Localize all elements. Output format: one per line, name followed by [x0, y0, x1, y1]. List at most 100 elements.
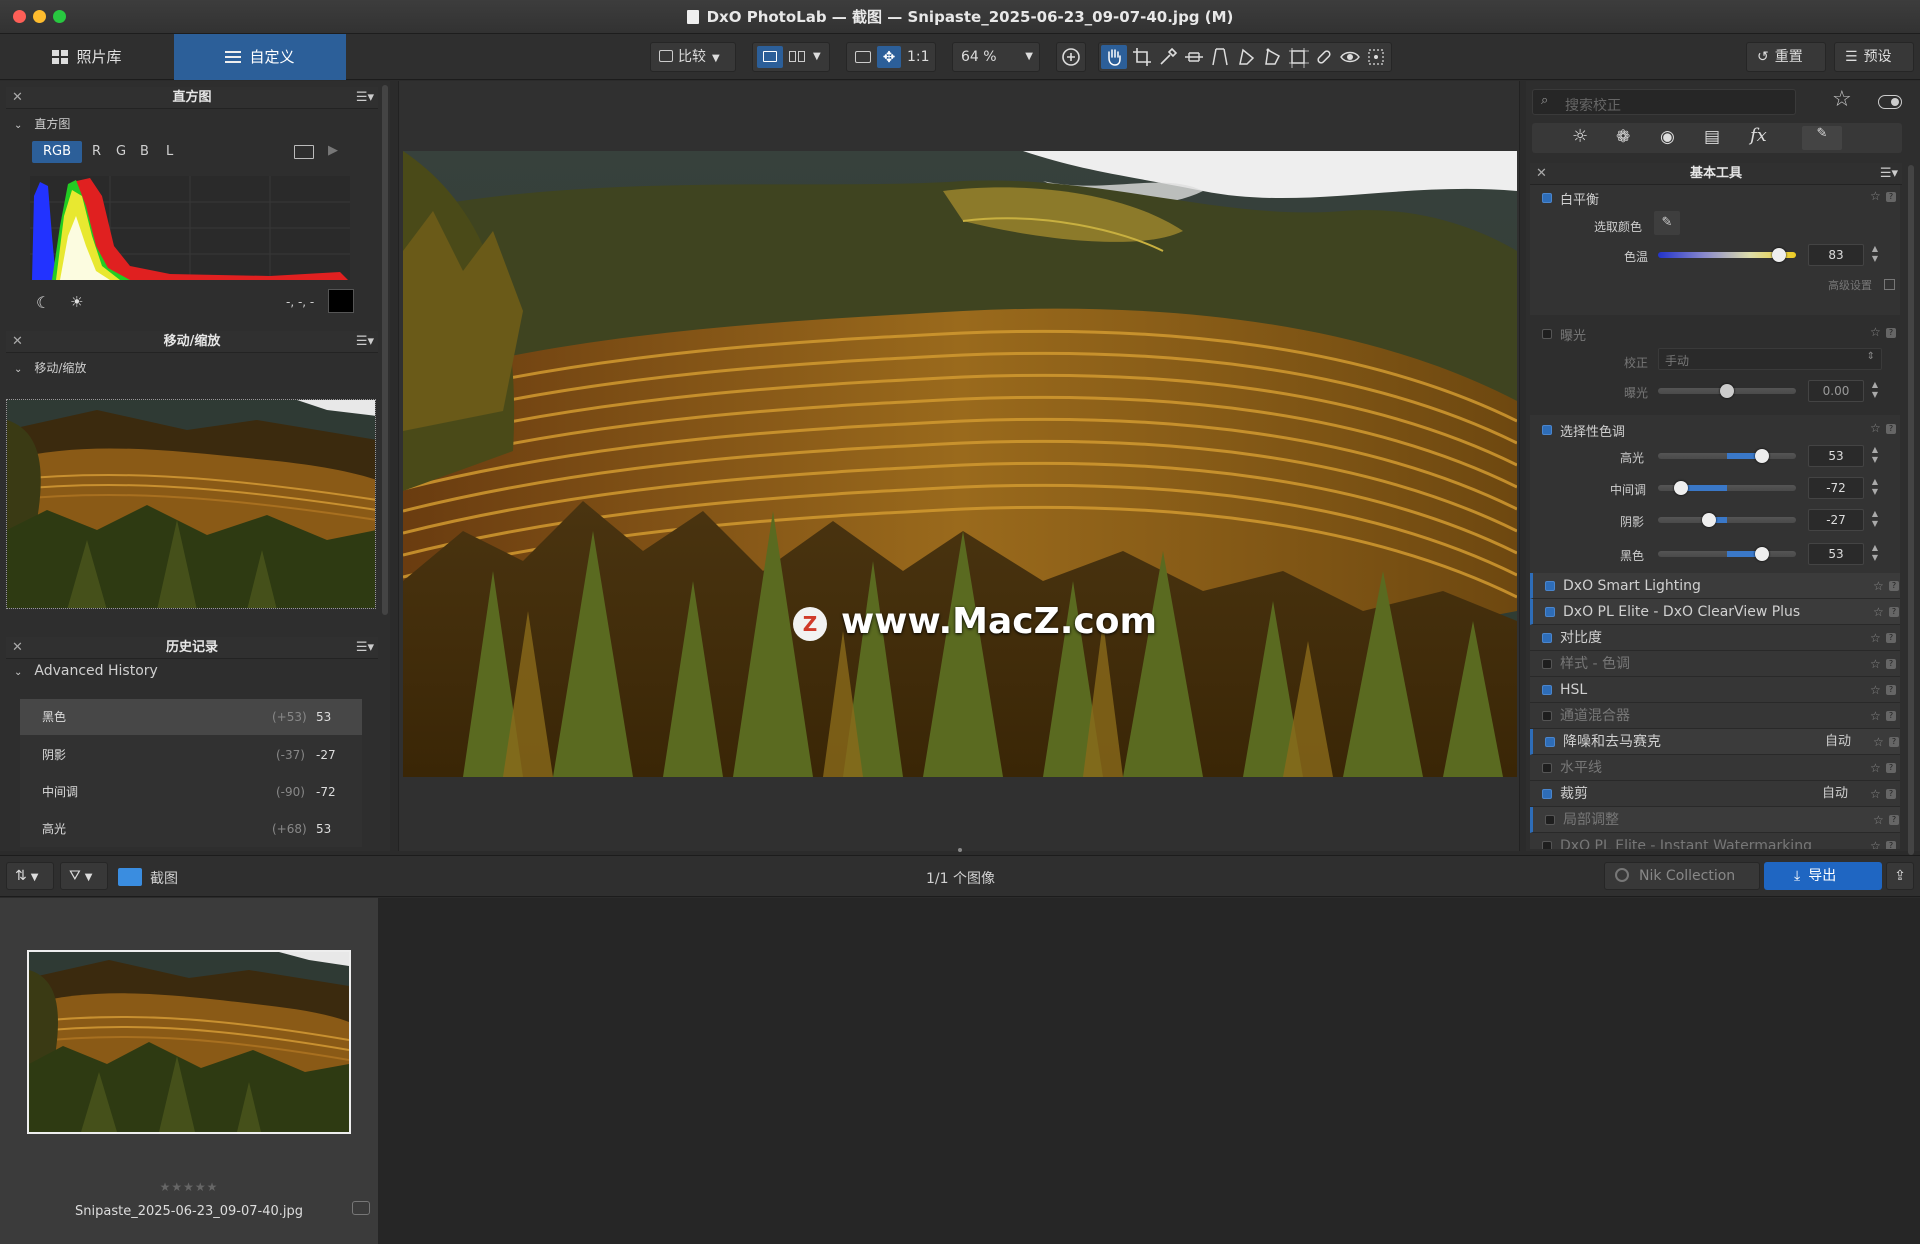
star-icon[interactable]: ☆: [1832, 87, 1852, 112]
channel-r[interactable]: R: [92, 141, 101, 163]
navigator-section[interactable]: ⌄ 移动/缩放: [14, 359, 86, 376]
moon-icon[interactable]: ☾: [36, 293, 50, 312]
thumbnail-cell[interactable]: ★★★★★ Snipaste_2025-06-23_09-07-40.jpg: [0, 898, 378, 1244]
close-icon[interactable]: ✕: [12, 87, 23, 109]
softproof-icon[interactable]: ▶: [328, 143, 338, 158]
local-tab-icon[interactable]: ✎: [1802, 126, 1842, 150]
favorite-star-icon[interactable]: ☆: [1870, 189, 1881, 203]
tool-checkbox[interactable]: [1542, 685, 1552, 695]
tool-checkbox[interactable]: [1545, 737, 1555, 747]
exposure-value[interactable]: 0.00: [1808, 380, 1864, 402]
crop-icon[interactable]: [1131, 46, 1153, 68]
detail-tab-icon[interactable]: ◉: [1660, 127, 1675, 147]
favorite-star-icon[interactable]: ☆: [1870, 625, 1881, 651]
highlights-stepper[interactable]: ▲ ▼: [1870, 445, 1880, 467]
panel-menu-icon[interactable]: ☰▾: [356, 637, 374, 659]
favorite-star-icon[interactable]: ☆: [1873, 807, 1884, 833]
export-button[interactable]: ⤓ 导出: [1764, 862, 1882, 890]
thumbnail-image[interactable]: [27, 950, 351, 1134]
tool-checkbox[interactable]: [1542, 789, 1552, 799]
tool-row[interactable]: 降噪和去马赛克 自动 ☆?: [1530, 729, 1900, 755]
favorite-star-icon[interactable]: ☆: [1870, 755, 1881, 781]
volume-icon[interactable]: [1261, 46, 1283, 68]
single-view-button[interactable]: [757, 46, 783, 68]
tool-row[interactable]: DxO PL Elite - DxO ClearView Plus ☆?: [1530, 599, 1900, 625]
channel-g[interactable]: G: [116, 141, 126, 163]
temperature-slider-knob[interactable]: [1772, 248, 1787, 262]
favorite-star-icon[interactable]: ☆: [1870, 781, 1881, 807]
layout-selector[interactable]: ▼: [752, 42, 830, 72]
tool-row[interactable]: 样式 - 色调 ☆?: [1530, 651, 1900, 677]
midtones-slider[interactable]: [1658, 481, 1796, 495]
folder-name[interactable]: 截图: [150, 868, 178, 888]
history-item[interactable]: 阴影 (-37) -27: [20, 737, 362, 773]
search-input[interactable]: 搜索校正: [1565, 95, 1621, 115]
history-item[interactable]: 黑色 (+53) 53: [20, 699, 362, 735]
tab-customize[interactable]: 自定义: [174, 34, 346, 80]
tool-row[interactable]: 裁剪 自动 ☆?: [1530, 781, 1900, 807]
search-corrections[interactable]: ⌕ 搜索校正: [1532, 89, 1796, 115]
perspective-icon[interactable]: [1209, 46, 1231, 68]
tool-row[interactable]: 通道混合器 ☆?: [1530, 703, 1900, 729]
tool-row[interactable]: 水平线 ☆?: [1530, 755, 1900, 781]
favorite-star-icon[interactable]: ☆: [1873, 573, 1884, 599]
correction-select[interactable]: 手动 ⇕: [1658, 348, 1882, 370]
midtones-value[interactable]: -72: [1808, 477, 1864, 499]
grid-overlay-icon[interactable]: [1365, 46, 1387, 68]
shape-icon[interactable]: [1235, 46, 1257, 68]
midtones-knob[interactable]: [1674, 481, 1689, 495]
one-to-one-button[interactable]: 1:1: [907, 43, 930, 71]
help-icon[interactable]: ?: [1886, 763, 1896, 773]
panel-menu-icon[interactable]: ☰▾: [356, 331, 374, 353]
help-icon[interactable]: ?: [1886, 841, 1896, 849]
midtones-stepper[interactable]: ▲ ▼: [1870, 477, 1880, 499]
favorite-star-icon[interactable]: ☆: [1870, 651, 1881, 677]
tool-checkbox[interactable]: [1545, 815, 1555, 825]
temperature-stepper[interactable]: ▲ ▼: [1870, 244, 1880, 266]
tool-checkbox[interactable]: [1545, 581, 1555, 591]
favorite-star-icon[interactable]: ☆: [1870, 677, 1881, 703]
highlights-slider[interactable]: [1658, 449, 1796, 463]
help-icon[interactable]: ?: [1889, 581, 1899, 591]
white-balance-checkbox[interactable]: [1542, 193, 1552, 203]
help-icon[interactable]: ?: [1889, 607, 1899, 617]
tool-checkbox[interactable]: [1542, 841, 1552, 849]
fit-screen-icon[interactable]: [855, 51, 871, 63]
shadows-knob[interactable]: [1702, 513, 1717, 527]
tool-row[interactable]: DxO PL Elite - Instant Watermarking ☆?: [1530, 833, 1900, 849]
navigator-preview[interactable]: [6, 399, 376, 609]
eyedropper-icon[interactable]: [1157, 46, 1179, 68]
nik-collection-button[interactable]: Nik Collection: [1604, 862, 1760, 890]
tool-checkbox[interactable]: [1542, 633, 1552, 643]
advanced-settings-link[interactable]: 高级设置: [1828, 277, 1872, 293]
help-icon[interactable]: ?: [1886, 328, 1896, 338]
tab-library[interactable]: 照片库: [0, 34, 174, 80]
favorite-star-icon[interactable]: ☆: [1870, 703, 1881, 729]
history-item[interactable]: 中间调 (-90) -72: [20, 774, 362, 810]
zoom-select[interactable]: 64 % ▼: [952, 42, 1040, 72]
left-panel-scrollbar[interactable]: [382, 85, 388, 615]
help-icon[interactable]: ?: [1886, 424, 1896, 434]
favorite-star-icon[interactable]: ☆: [1873, 599, 1884, 625]
geometry-tab-icon[interactable]: ▤: [1704, 127, 1720, 147]
sun-icon[interactable]: ☀: [70, 293, 83, 311]
loupe-button[interactable]: [1056, 42, 1086, 72]
light-tab-icon[interactable]: ☼: [1572, 126, 1588, 147]
resize-handle[interactable]: [958, 848, 962, 852]
tool-checkbox[interactable]: [1545, 607, 1555, 617]
toggle-icon[interactable]: [1878, 95, 1902, 109]
exposure-checkbox[interactable]: [1542, 329, 1552, 339]
blacks-knob[interactable]: [1754, 547, 1769, 561]
help-icon[interactable]: ?: [1886, 192, 1896, 202]
history-item[interactable]: 高光 (+68) 53: [20, 811, 362, 847]
share-button[interactable]: ⇪: [1886, 862, 1914, 890]
close-icon[interactable]: ✕: [1536, 163, 1547, 185]
exposure-stepper[interactable]: ▲ ▼: [1870, 380, 1880, 402]
filter-button[interactable]: ⛛ ▼: [60, 862, 108, 890]
effects-tab-icon[interactable]: fx: [1750, 125, 1767, 146]
blacks-slider[interactable]: [1658, 547, 1796, 561]
tool-checkbox[interactable]: [1542, 659, 1552, 669]
exposure-slider[interactable]: [1658, 384, 1796, 398]
help-icon[interactable]: ?: [1886, 711, 1896, 721]
tool-checkbox[interactable]: [1542, 763, 1552, 773]
